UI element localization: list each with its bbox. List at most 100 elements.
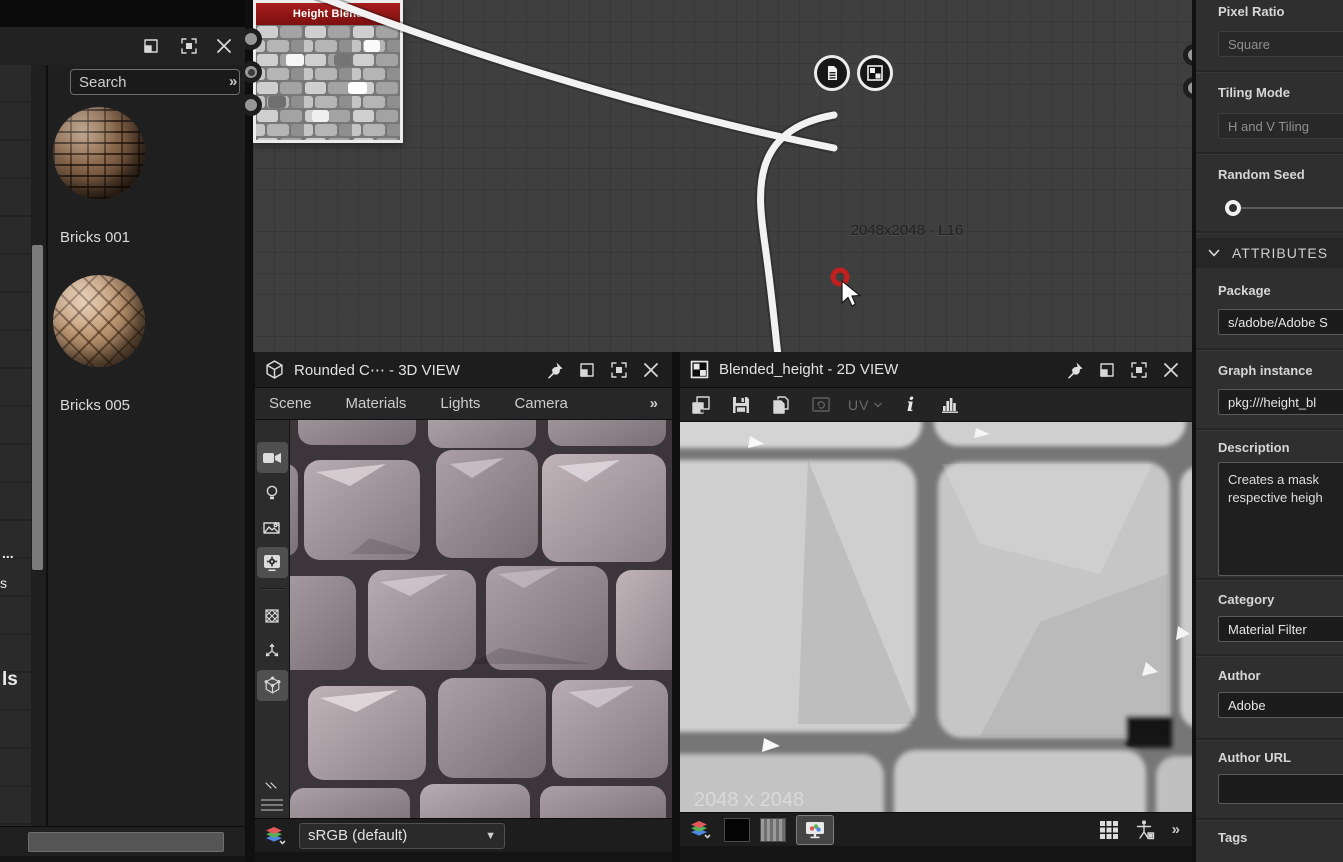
material-sphere-thumbnail[interactable] [53,275,145,367]
node-2dview-badge[interactable] [857,55,893,91]
info-button[interactable]: i [897,393,923,417]
description-textarea[interactable]: Creates a mask respective heigh [1218,462,1343,576]
environment-image-icon [262,519,282,537]
mannequin-size-button[interactable] [1132,818,1158,842]
library-panel-header [0,27,245,66]
info-icon: i [907,394,914,416]
colorspace-value: sRGB (default) [308,827,407,844]
package-field[interactable]: s/adobe/Adobe S [1218,309,1343,335]
pixel-ratio-label: Pixel Ratio [1218,4,1343,19]
display-images-button[interactable] [688,393,714,417]
graph-instance-value: pkg:///height_bl [1228,395,1316,410]
author-url-field[interactable] [1218,774,1343,804]
menu-materials[interactable]: Materials [346,395,407,412]
graph-wires [253,0,1192,352]
tiling-grid-button[interactable] [1096,818,1122,842]
float-window-icon[interactable] [576,359,598,381]
vertical-scrollbar[interactable] [32,245,43,570]
toolbar-separator [260,588,285,590]
save-icon[interactable] [728,393,754,417]
truncated-side-list[interactable]: ... s ls [0,65,31,826]
library-item-label: Bricks 001 [60,229,130,246]
node-doc-badge[interactable] [814,55,850,91]
display-settings-button[interactable] [257,547,288,578]
float-window-icon[interactable] [140,35,162,57]
group-separator [1196,738,1343,741]
colorspace-select[interactable]: sRGB (default) ▼ [299,823,505,849]
close-icon[interactable] [1160,359,1182,381]
top-black-bar [0,0,245,27]
float-window-icon[interactable] [1096,359,1118,381]
graph-instance-field[interactable]: pkg:///height_bl [1218,389,1343,415]
menu-camera[interactable]: Camera [514,395,567,412]
rgb-display-button[interactable] [796,815,834,845]
monitor-rgb-icon [804,820,826,840]
lighting-button[interactable] [257,477,288,508]
uv-mode-dropdown[interactable]: UV [848,393,883,417]
uv-label: UV [848,397,869,413]
menu-lights[interactable]: Lights [440,395,480,412]
menu-scene[interactable]: Scene [269,395,312,412]
attributes-panel: Pixel Ratio Square Tiling Mode H and V T… [1192,0,1343,862]
pixel-ratio-select[interactable]: Square [1218,31,1343,57]
environment-button[interactable] [257,512,288,543]
black-background-swatch[interactable] [724,818,750,842]
3d-view-menubar: Scene Materials Lights Camera » [255,388,672,420]
group-separator [1196,152,1343,155]
library-item-bricks001[interactable] [53,107,145,199]
ground-plane-button[interactable] [257,600,288,631]
truncated-label: ls [2,669,18,691]
category-field[interactable]: Material Filter [1218,616,1343,642]
gray-stripe-background-swatch[interactable] [760,818,786,842]
panel-title: Blended_height - 2D VIEW [719,361,1054,378]
pin-icon[interactable] [544,359,566,381]
axis-gizmo-icon [263,642,281,660]
maximize-icon[interactable] [178,35,200,57]
3d-viewport[interactable] [290,420,672,818]
image-refresh-icon[interactable] [808,393,834,417]
horizontal-scrollbar[interactable] [28,832,224,852]
search-input[interactable] [70,69,240,95]
2d-view-header[interactable]: Blended_height - 2D VIEW [680,352,1192,388]
search-expand-icon[interactable]: » [229,73,237,90]
maximize-icon[interactable] [608,359,630,381]
material-sphere-thumbnail[interactable] [53,107,145,199]
histogram-button[interactable] [937,393,963,417]
truncated-label: s [0,575,7,591]
random-seed-slider-track[interactable] [1240,207,1343,209]
video-camera-icon [262,449,282,467]
menu-overflow-icon[interactable]: » [650,395,658,412]
tiling-mode-select[interactable]: H and V Tiling [1218,113,1343,139]
truncated-label: ... [2,545,14,561]
description-label: Description [1218,440,1343,455]
attributes-section-header[interactable]: ATTRIBUTES [1196,238,1343,268]
pin-icon[interactable] [1064,359,1086,381]
panel-divider [46,65,48,826]
node-resolution-label: 2048x2048 - L16 [832,222,982,239]
library-item-bricks005[interactable] [53,275,145,367]
channels-layers-icon[interactable] [263,824,289,848]
copy-icon[interactable] [768,393,794,417]
resize-grip[interactable] [261,799,283,812]
random-seed-slider-knob[interactable] [1225,200,1241,216]
wireframe-square-icon [263,607,281,625]
overflow-icon[interactable]: » [1172,821,1180,838]
collapse-chevrons-icon[interactable] [264,781,280,793]
axis-gizmo-button[interactable] [257,635,288,666]
3d-view-header[interactable]: Rounded C⋯ - 3D VIEW [255,352,672,388]
2d-viewport[interactable]: 2048 x 2048 [680,422,1192,812]
mannequin-icon [1134,819,1156,841]
package-label: Package [1218,283,1343,298]
channels-layers-icon[interactable] [688,818,714,842]
section-title: ATTRIBUTES [1232,245,1328,261]
tags-label: Tags [1218,830,1343,845]
graph-instance-label: Graph instance [1218,363,1343,378]
maximize-icon[interactable] [1128,359,1150,381]
close-icon[interactable] [213,35,235,57]
author-field[interactable]: Adobe [1218,692,1343,718]
geometry-button[interactable] [257,670,288,701]
close-icon[interactable] [640,359,662,381]
graph-canvas[interactable]: Height Blend [253,0,1192,352]
3d-view-bottom-bar: sRGB (default) ▼ [255,818,672,852]
camera-view-button[interactable] [257,442,288,473]
